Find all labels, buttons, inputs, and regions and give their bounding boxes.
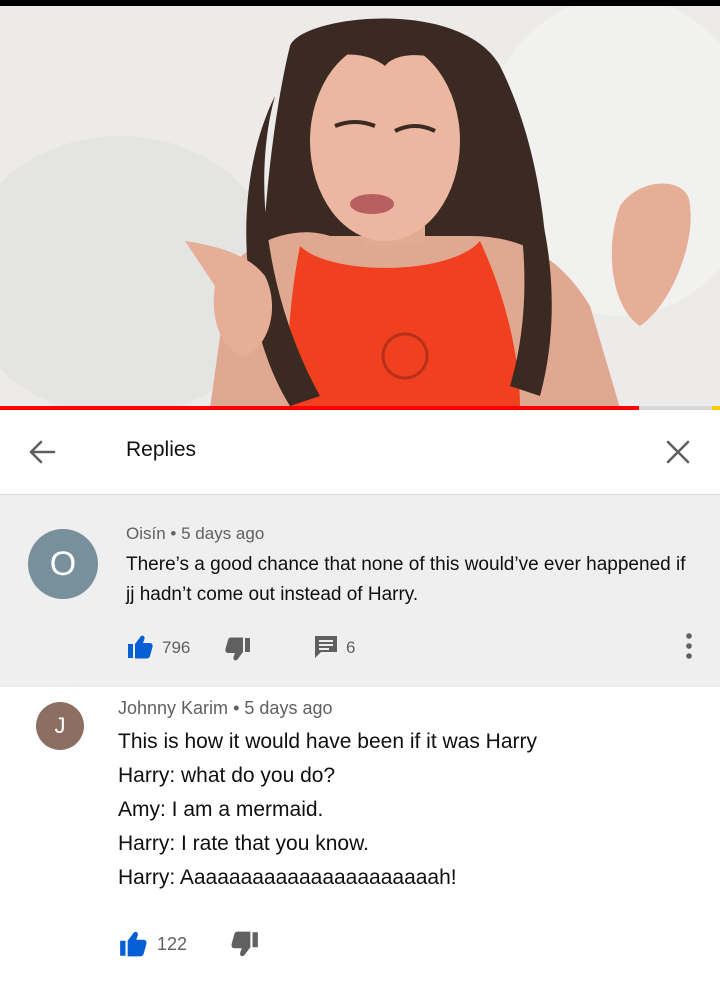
comment-meta: Johnny Karim • 5 days ago (118, 698, 332, 719)
comment-time: 5 days ago (181, 524, 265, 543)
back-arrow-icon (29, 440, 56, 464)
dislike-button[interactable] (230, 929, 260, 964)
more-vert-icon (686, 633, 692, 659)
comment-author[interactable]: Oisín (126, 524, 166, 543)
like-count: 796 (162, 638, 191, 657)
parent-comment: O Oisín • 5 days ago There’s a good chan… (0, 495, 720, 687)
more-options-button[interactable] (674, 631, 704, 661)
comment-meta: Oisín • 5 days ago (126, 524, 264, 544)
comment-text-line: Harry: I rate that you know. (118, 832, 369, 855)
dislike-button[interactable] (224, 635, 252, 668)
thumbs-up-icon (128, 635, 153, 659)
video-player[interactable] (0, 6, 720, 408)
thumbs-down-icon (225, 637, 250, 661)
like-count: 122 (157, 934, 188, 954)
close-button[interactable] (658, 432, 698, 472)
comment-text: There’s a good chance that none of this … (126, 554, 686, 605)
comment-text-line: Amy: I am a mermaid. (118, 798, 324, 821)
thumbs-down-icon (231, 931, 258, 957)
close-icon (666, 440, 690, 464)
reply-button[interactable] (313, 634, 339, 665)
replies-header: Replies (0, 410, 720, 495)
reply-count: 6 (346, 638, 356, 657)
meta-separator: • (233, 698, 240, 718)
reply-icon (315, 636, 337, 658)
avatar[interactable]: O (28, 529, 98, 599)
avatar[interactable]: J (36, 702, 84, 750)
page-title: Replies (126, 438, 197, 461)
back-button[interactable] (22, 432, 62, 472)
thumbs-up-icon (120, 931, 147, 957)
like-button[interactable] (126, 633, 154, 666)
meta-separator: • (170, 524, 177, 543)
like-button[interactable] (118, 929, 148, 964)
comment-text-line: This is how it would have been if it was… (118, 730, 538, 753)
reply-comment: J Johnny Karim • 5 days ago This is how … (0, 688, 720, 1002)
comment-time: 5 days ago (244, 698, 333, 718)
comment-text-line: Harry: Aaaaaaaaaaaaaaaaaaaaaah! (118, 866, 457, 889)
comment-author[interactable]: Johnny Karim (118, 698, 228, 718)
comment-text-line: Harry: what do you do? (118, 764, 336, 787)
video-frame (0, 6, 720, 408)
